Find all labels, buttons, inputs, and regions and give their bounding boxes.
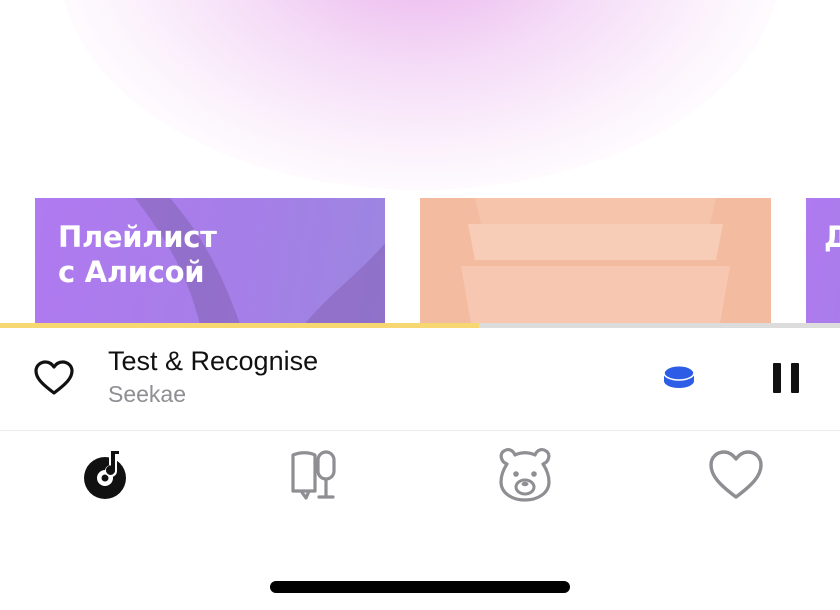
bear-face-icon [499, 448, 551, 502]
bottom-tab-bar [0, 431, 840, 521]
track-artist[interactable]: Seekae [108, 381, 186, 408]
card-title-line-2: с Алисой [58, 255, 205, 289]
hero-glow-background [60, 0, 780, 190]
card-title-line-1: Плейлист [58, 220, 217, 254]
cards-carousel[interactable]: Плейлист с Алисой Д [0, 198, 840, 324]
book-mic-icon [291, 450, 336, 500]
card-peach-stack[interactable] [420, 198, 771, 324]
tab-music[interactable] [75, 445, 135, 505]
card-playlist-with-alice[interactable]: Плейлист с Алисой [35, 198, 385, 324]
pause-icon[interactable] [770, 361, 802, 395]
track-title[interactable]: Test & Recognise [108, 346, 318, 377]
card-next-partial[interactable]: Д [806, 198, 840, 324]
home-indicator[interactable] [270, 581, 570, 593]
tab-collection[interactable] [706, 445, 766, 505]
heart-outline-icon [709, 450, 763, 499]
card-title: Плейлист с Алисой [58, 220, 217, 290]
tab-podcasts[interactable] [285, 445, 345, 505]
mini-player[interactable]: Test & Recognise Seekae [0, 328, 840, 430]
card-title: Д [824, 220, 840, 254]
music-disc-icon [84, 449, 126, 499]
heart-outline-icon[interactable] [33, 359, 75, 397]
tab-kids[interactable] [495, 445, 555, 505]
music-app-screen: Плейлист с Алисой Д Test & Recognise See… [0, 0, 840, 610]
card-decoration-stack [461, 198, 730, 324]
device-connect-icon[interactable] [660, 360, 698, 394]
